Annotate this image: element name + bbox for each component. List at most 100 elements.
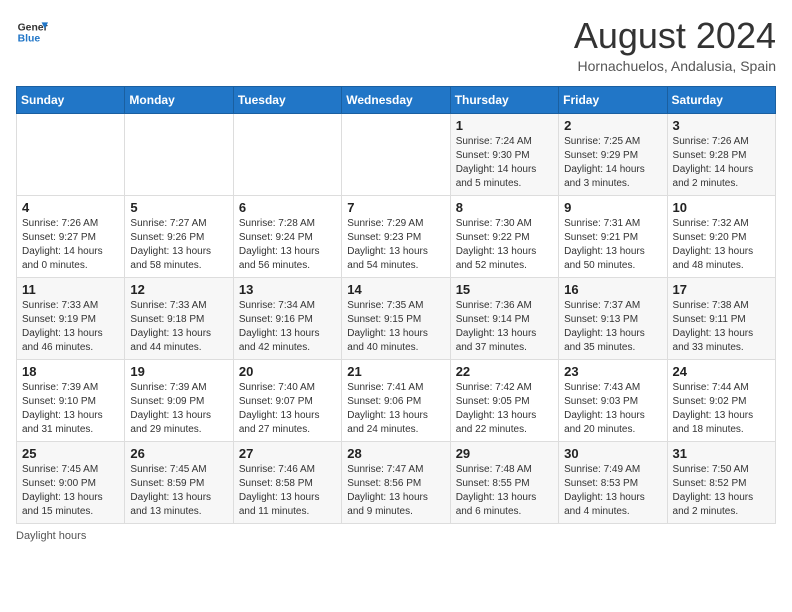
day-number: 28	[347, 446, 444, 461]
calendar-cell: 6Sunrise: 7:28 AM Sunset: 9:24 PM Daylig…	[233, 195, 341, 277]
day-number: 6	[239, 200, 336, 215]
title-block: August 2024 Hornachuelos, Andalusia, Spa…	[574, 16, 776, 74]
day-info: Sunrise: 7:44 AM Sunset: 9:02 PM Dayligh…	[673, 381, 770, 437]
day-info: Sunrise: 7:33 AM Sunset: 9:19 PM Dayligh…	[22, 299, 119, 355]
calendar-cell: 26Sunrise: 7:45 AM Sunset: 8:59 PM Dayli…	[125, 441, 233, 523]
weekday-header: Sunday	[17, 86, 125, 113]
day-info: Sunrise: 7:35 AM Sunset: 9:15 PM Dayligh…	[347, 299, 444, 355]
day-number: 16	[564, 282, 661, 297]
calendar-cell: 23Sunrise: 7:43 AM Sunset: 9:03 PM Dayli…	[559, 359, 667, 441]
calendar-cell: 21 Sunrise: 7:41 AM Sunset: 9:06 PM Dayli…	[342, 359, 450, 441]
calendar-cell: 17Sunrise: 7:38 AM Sunset: 9:11 PM Dayli…	[667, 277, 775, 359]
day-number: 25	[22, 446, 119, 461]
weekday-header: Tuesday	[233, 86, 341, 113]
day-info: Sunrise: 7:50 AM Sunset: 8:52 PM Dayligh…	[673, 463, 770, 519]
day-info: Sunrise: 7:33 AM Sunset: 9:18 PM Dayligh…	[130, 299, 227, 355]
day-number: 11	[22, 282, 119, 297]
calendar-cell: 30 Sunrise: 7:49 AM Sunset: 8:53 PM Dayli…	[559, 441, 667, 523]
calendar-cell: 18Sunrise: 7:39 AM Sunset: 9:10 PM Dayli…	[17, 359, 125, 441]
weekday-header: Wednesday	[342, 86, 450, 113]
day-number: 13	[239, 282, 336, 297]
day-number: 19	[130, 364, 227, 379]
calendar-cell: 16 Sunrise: 7:37 AM Sunset: 9:13 PM Dayli…	[559, 277, 667, 359]
main-title: August 2024	[574, 16, 776, 56]
day-number: 4	[22, 200, 119, 215]
calendar-week-row: 18Sunrise: 7:39 AM Sunset: 9:10 PM Dayli…	[17, 359, 776, 441]
day-info: Sunrise: 7:42 AM Sunset: 9:05 PM Dayligh…	[456, 381, 553, 437]
calendar-cell	[342, 113, 450, 195]
subtitle: Hornachuelos, Andalusia, Spain	[574, 58, 776, 74]
day-info: Sunrise: 7:39 AM Sunset: 9:10 PM Dayligh…	[22, 381, 119, 437]
day-number: 30	[564, 446, 661, 461]
day-number: 23	[564, 364, 661, 379]
day-number: 20	[239, 364, 336, 379]
day-info: Sunrise: 7:46 AM Sunset: 8:58 PM Dayligh…	[239, 463, 336, 519]
calendar-header-row: SundayMondayTuesdayWednesdayThursdayFrid…	[17, 86, 776, 113]
day-info: Sunrise: 7:24 AM Sunset: 9:30 PM Dayligh…	[456, 135, 553, 191]
calendar-cell: 4 Sunrise: 7:26 AM Sunset: 9:27 PM Daylig…	[17, 195, 125, 277]
calendar-cell: 10Sunrise: 7:32 AM Sunset: 9:20 PM Dayli…	[667, 195, 775, 277]
calendar-cell	[17, 113, 125, 195]
calendar-cell: 7Sunrise: 7:29 AM Sunset: 9:23 PM Daylig…	[342, 195, 450, 277]
day-number: 21	[347, 364, 444, 379]
day-info: Sunrise: 7:40 AM Sunset: 9:07 PM Dayligh…	[239, 381, 336, 437]
day-info: Sunrise: 7:47 AM Sunset: 8:56 PM Dayligh…	[347, 463, 444, 519]
day-info: Sunrise: 7:49 AM Sunset: 8:53 PM Dayligh…	[564, 463, 661, 519]
calendar-cell: 13 Sunrise: 7:34 AM Sunset: 9:16 PM Dayli…	[233, 277, 341, 359]
calendar-cell: 8 Sunrise: 7:30 AM Sunset: 9:22 PM Daylig…	[450, 195, 558, 277]
calendar-cell: 22 Sunrise: 7:42 AM Sunset: 9:05 PM Dayli…	[450, 359, 558, 441]
page-header: General Blue August 2024 Hornachuelos, A…	[16, 16, 776, 74]
day-number: 3	[673, 118, 770, 133]
calendar-cell: 3 Sunrise: 7:26 AM Sunset: 9:28 PM Daylig…	[667, 113, 775, 195]
calendar-cell: 1 Sunrise: 7:24 AM Sunset: 9:30 PM Daylig…	[450, 113, 558, 195]
calendar-cell: 29Sunrise: 7:48 AM Sunset: 8:55 PM Dayli…	[450, 441, 558, 523]
day-number: 22	[456, 364, 553, 379]
day-info: Sunrise: 7:36 AM Sunset: 9:14 PM Dayligh…	[456, 299, 553, 355]
day-number: 12	[130, 282, 227, 297]
weekday-header: Thursday	[450, 86, 558, 113]
calendar-cell: 15Sunrise: 7:36 AM Sunset: 9:14 PM Dayli…	[450, 277, 558, 359]
day-number: 7	[347, 200, 444, 215]
day-number: 24	[673, 364, 770, 379]
day-info: Sunrise: 7:39 AM Sunset: 9:09 PM Dayligh…	[130, 381, 227, 437]
calendar-cell: 27 Sunrise: 7:46 AM Sunset: 8:58 PM Dayli…	[233, 441, 341, 523]
day-number: 1	[456, 118, 553, 133]
day-info: Sunrise: 7:25 AM Sunset: 9:29 PM Dayligh…	[564, 135, 661, 191]
day-info: Sunrise: 7:27 AM Sunset: 9:26 PM Dayligh…	[130, 217, 227, 273]
calendar-cell	[125, 113, 233, 195]
day-info: Sunrise: 7:26 AM Sunset: 9:27 PM Dayligh…	[22, 217, 119, 273]
day-number: 5	[130, 200, 227, 215]
calendar-cell: 31 Sunrise: 7:50 AM Sunset: 8:52 PM Dayli…	[667, 441, 775, 523]
logo: General Blue	[16, 16, 48, 48]
day-number: 8	[456, 200, 553, 215]
calendar-week-row: 25 Sunrise: 7:45 AM Sunset: 9:00 PM Dayli…	[17, 441, 776, 523]
day-info: Sunrise: 7:26 AM Sunset: 9:28 PM Dayligh…	[673, 135, 770, 191]
calendar-week-row: 11 Sunrise: 7:33 AM Sunset: 9:19 PM Dayli…	[17, 277, 776, 359]
day-info: Sunrise: 7:37 AM Sunset: 9:13 PM Dayligh…	[564, 299, 661, 355]
day-number: 14	[347, 282, 444, 297]
day-number: 27	[239, 446, 336, 461]
footer-note: Daylight hours	[16, 530, 776, 542]
logo-icon: General Blue	[16, 16, 48, 48]
day-info: Sunrise: 7:45 AM Sunset: 9:00 PM Dayligh…	[22, 463, 119, 519]
day-number: 31	[673, 446, 770, 461]
calendar-cell: 19 Sunrise: 7:39 AM Sunset: 9:09 PM Dayli…	[125, 359, 233, 441]
day-info: Sunrise: 7:41 AM Sunset: 9:06 PM Dayligh…	[347, 381, 444, 437]
weekday-header: Friday	[559, 86, 667, 113]
day-info: Sunrise: 7:32 AM Sunset: 9:20 PM Dayligh…	[673, 217, 770, 273]
svg-text:Blue: Blue	[18, 34, 41, 45]
day-info: Sunrise: 7:38 AM Sunset: 9:11 PM Dayligh…	[673, 299, 770, 355]
calendar-week-row: 1 Sunrise: 7:24 AM Sunset: 9:30 PM Daylig…	[17, 113, 776, 195]
calendar-cell	[233, 113, 341, 195]
calendar-cell: 2Sunrise: 7:25 AM Sunset: 9:29 PM Daylig…	[559, 113, 667, 195]
day-info: Sunrise: 7:30 AM Sunset: 9:22 PM Dayligh…	[456, 217, 553, 273]
day-number: 9	[564, 200, 661, 215]
day-info: Sunrise: 7:34 AM Sunset: 9:16 PM Dayligh…	[239, 299, 336, 355]
day-info: Sunrise: 7:45 AM Sunset: 8:59 PM Dayligh…	[130, 463, 227, 519]
calendar-week-row: 4 Sunrise: 7:26 AM Sunset: 9:27 PM Daylig…	[17, 195, 776, 277]
calendar-cell: 24 Sunrise: 7:44 AM Sunset: 9:02 PM Dayli…	[667, 359, 775, 441]
calendar-cell: 14 Sunrise: 7:35 AM Sunset: 9:15 PM Dayli…	[342, 277, 450, 359]
day-info: Sunrise: 7:48 AM Sunset: 8:55 PM Dayligh…	[456, 463, 553, 519]
weekday-header: Saturday	[667, 86, 775, 113]
calendar-table: SundayMondayTuesdayWednesdayThursdayFrid…	[16, 86, 776, 524]
